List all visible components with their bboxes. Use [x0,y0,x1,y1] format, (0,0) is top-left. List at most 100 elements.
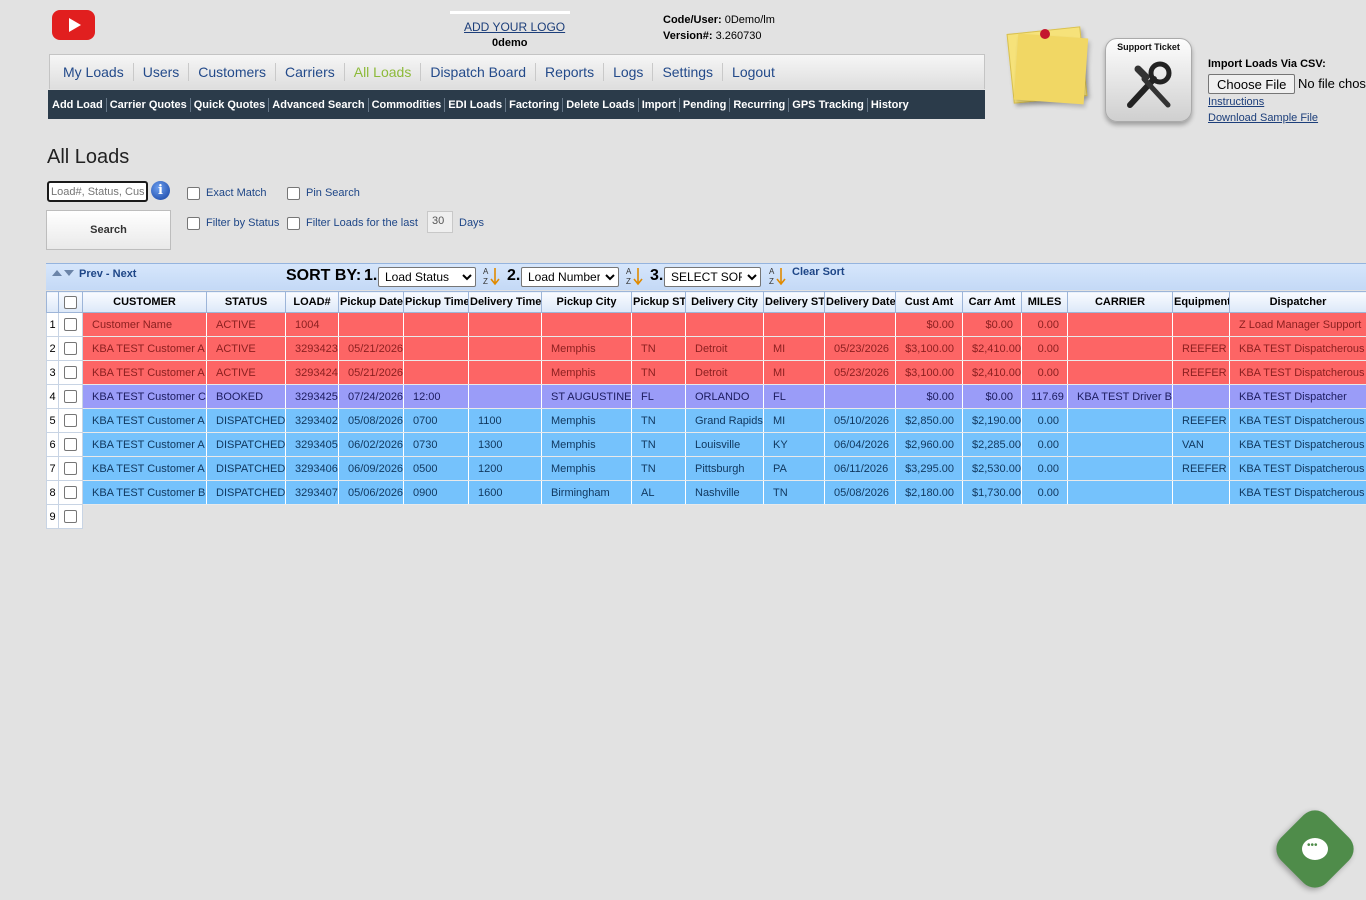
table-row[interactable]: 5 KBA TEST Customer A DISPATCHED 3293402 05/… [46,408,1366,433]
sort-2-order-icon[interactable]: AZ [626,266,644,286]
column-header[interactable]: Pickup City [541,291,632,313]
instructions-link[interactable]: Instructions [1208,96,1264,108]
exact-match-checkbox[interactable] [187,187,200,200]
subnav-item-quick-quotes[interactable]: Quick Quotes [191,97,270,112]
subnav-item-gps-tracking[interactable]: GPS Tracking [789,97,868,112]
subnav-item-import[interactable]: Import [639,97,680,112]
column-header[interactable]: MILES [1021,291,1068,313]
nav-item-reports[interactable]: Reports [536,63,605,81]
table-row[interactable]: 4 KBA TEST Customer C BOOKED 3293425 07/24/2… [46,384,1366,409]
row-checkbox[interactable] [64,462,77,475]
table-row[interactable]: 2 KBA TEST Customer A ACTIVE 3293423 05/21/2… [46,336,1366,361]
clear-sort-link[interactable]: Clear Sort [792,266,845,278]
column-header[interactable]: Equipment [1172,291,1230,313]
filter-last-checkbox[interactable] [287,217,300,230]
table-cell[interactable]: 3293407 [285,480,339,505]
table-cell[interactable]: KBA TEST Customer A [82,336,207,361]
table-row[interactable]: 9 [46,504,1366,529]
subnav-item-delete-loads[interactable]: Delete Loads [563,97,639,112]
column-header[interactable]: STATUS [206,291,286,313]
add-logo-link[interactable]: ADD YOUR LOGO [464,20,565,34]
table-cell[interactable]: 3293423 [285,336,339,361]
table-cell[interactable]: 1004 [285,312,339,337]
row-checkbox[interactable] [64,390,77,403]
nav-item-logout[interactable]: Logout [723,63,784,81]
row-checkbox[interactable] [64,486,77,499]
table-row[interactable]: 7 KBA TEST Customer A DISPATCHED 3293406 06/… [46,456,1366,481]
chat-bubble-icon[interactable] [1302,838,1328,860]
row-checkbox[interactable] [64,414,77,427]
column-header[interactable]: Delivery Date [824,291,896,313]
search-button[interactable]: Search [46,210,171,250]
table-cell[interactable]: 3293405 [285,432,339,457]
filter-status-checkbox[interactable] [187,217,200,230]
subnav-item-edi-loads[interactable]: EDI Loads [445,97,507,112]
row-checkbox[interactable] [64,342,77,355]
subnav-item-recurring[interactable]: Recurring [730,97,790,112]
column-header[interactable]: Pickup Time [403,291,469,313]
table-cell[interactable]: 3293424 [285,360,339,385]
search-input[interactable] [47,181,148,202]
nav-item-carriers[interactable]: Carriers [276,63,345,81]
nav-item-customers[interactable]: Customers [189,63,276,81]
select-all-checkbox[interactable] [64,295,77,309]
row-checkbox[interactable] [64,438,77,451]
subnav-item-commodities[interactable]: Commodities [369,97,446,112]
nav-item-dispatch-board[interactable]: Dispatch Board [421,63,537,81]
row-checkbox[interactable] [64,366,77,379]
column-header[interactable]: Pickup Date [338,291,404,313]
column-header[interactable]: Dispatcher [1229,291,1366,313]
nav-item-users[interactable]: Users [134,63,190,81]
table-cell[interactable]: KBA TEST Customer C [82,384,207,409]
choose-file-button[interactable]: Choose File [1208,74,1296,94]
sort-3-order-icon[interactable]: AZ [769,266,787,286]
nav-item-all-loads[interactable]: All Loads [345,63,422,81]
table-cell[interactable]: 3293402 [285,408,339,433]
support-ticket-button[interactable]: Support Ticket [1105,38,1192,122]
nav-item-settings[interactable]: Settings [653,63,724,81]
days-input[interactable]: 30 [427,211,453,233]
table-cell[interactable]: KBA TEST Customer A [82,456,207,481]
youtube-logo-icon[interactable] [52,10,95,40]
column-header[interactable]: Delivery ST [763,291,825,313]
subnav-item-carrier-quotes[interactable]: Carrier Quotes [107,97,191,112]
subnav-item-pending[interactable]: Pending [680,97,731,112]
table-row[interactable]: 1 Customer Name ACTIVE 1004 $0.00 $0.00 0.00 Z … [46,312,1366,337]
pin-search-checkbox[interactable] [287,187,300,200]
table-cell[interactable]: 3293406 [285,456,339,481]
subnav-item-history[interactable]: History [868,98,912,112]
sort-1-select[interactable]: Load Status [378,267,476,287]
sort-2-select[interactable]: Load Number [521,267,619,287]
collapse-down-icon[interactable] [64,270,74,276]
sort-3-select[interactable]: SELECT SORT [664,267,761,287]
info-icon[interactable]: i [151,181,170,200]
table-cell[interactable]: KBA TEST Customer A [82,408,207,433]
table-cell[interactable]: KBA TEST Customer A [82,360,207,385]
subnav-item-add-load[interactable]: Add Load [49,97,107,112]
nav-item-my-loads[interactable]: My Loads [54,63,134,81]
row-checkbox[interactable] [64,510,77,523]
sticky-note-icon[interactable] [1013,33,1089,105]
row-checkbox[interactable] [64,318,77,331]
table-row[interactable]: 8 KBA TEST Customer B DISPATCHED 3293407 05/… [46,480,1366,505]
column-header[interactable]: Carr Amt [962,291,1022,313]
subnav-item-advanced-search[interactable]: Advanced Search [269,97,369,112]
table-cell[interactable]: KBA TEST Customer A [82,432,207,457]
column-header[interactable]: Delivery City [685,291,764,313]
table-cell[interactable]: KBA TEST Customer B [82,480,207,505]
table-cell[interactable]: 3293425 [285,384,339,409]
column-header[interactable]: CUSTOMER [82,291,207,313]
pager[interactable]: Prev - Next [52,268,136,280]
collapse-up-icon[interactable] [52,270,62,276]
column-header[interactable]: Cust Amt [895,291,963,313]
table-row[interactable]: 3 KBA TEST Customer A ACTIVE 3293424 05/21/2… [46,360,1366,385]
download-sample-link[interactable]: Download Sample File [1208,112,1318,124]
column-header[interactable]: Delivery Time [468,291,542,313]
column-header[interactable]: CARRIER [1067,291,1173,313]
sort-1-order-icon[interactable]: AZ [483,266,501,286]
column-header[interactable]: LOAD# [285,291,339,313]
table-row[interactable]: 6 KBA TEST Customer A DISPATCHED 3293405 06/… [46,432,1366,457]
subnav-item-factoring[interactable]: Factoring [506,97,564,112]
table-cell[interactable]: Customer Name [82,312,207,337]
nav-item-logs[interactable]: Logs [604,63,654,81]
